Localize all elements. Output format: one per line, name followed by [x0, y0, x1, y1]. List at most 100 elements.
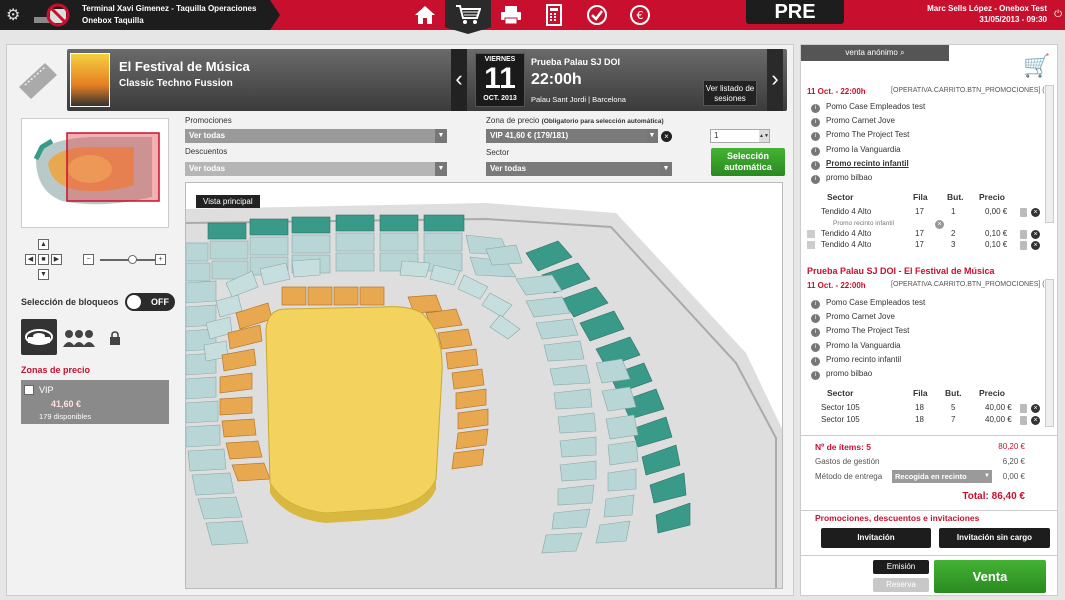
promo-item[interactable]: i promo bilbao	[811, 172, 872, 184]
pan-down-button[interactable]: ▼	[38, 269, 49, 280]
auto-select-button[interactable]: Selección automática	[711, 148, 785, 176]
power-icon[interactable]: ⏻	[1054, 9, 1062, 20]
gear-icon[interactable]: ⚙	[6, 5, 20, 25]
seat-map-view-tab[interactable]	[21, 319, 57, 355]
next-session-button[interactable]: ›	[767, 49, 783, 111]
home-icon[interactable]	[413, 4, 437, 26]
promotions-select[interactable]: Ver todas ▼	[185, 129, 447, 143]
terminal-name: Terminal Xavi Gimenez - Taquilla Operaci…	[82, 4, 257, 13]
venue-minimap[interactable]	[21, 118, 169, 228]
free-invitation-button[interactable]: Invitación sin cargo	[939, 528, 1050, 548]
price-zone-vip[interactable]: VIP 41,60 € 179 disponibles	[21, 380, 169, 424]
session2-promo-header[interactable]: [OPERATIVA.CARRITO.BTN_PROMOCIONES] (6)	[891, 281, 1051, 288]
stepper-arrows-icon[interactable]: ▲▼	[759, 130, 769, 142]
promo-item[interactable]: i Pomo Case Empleados test	[811, 297, 925, 309]
event-poster-image[interactable]	[70, 53, 110, 107]
printer-icon[interactable]	[499, 4, 523, 26]
pan-right-button[interactable]: ▶	[51, 254, 62, 265]
remove-item-icon[interactable]: ×	[1031, 241, 1040, 250]
row-checkbox[interactable]	[807, 229, 815, 238]
invitation-button[interactable]: Invitación	[821, 528, 931, 548]
clear-zone-icon[interactable]: ×	[661, 131, 672, 142]
row-sector: Tendido 4 Alto	[821, 240, 872, 249]
table-row[interactable]: Tendido 4 Alto 17 3 0,10 € ×	[807, 239, 1043, 251]
cart-header[interactable]: venta anónimo ⌕	[801, 45, 949, 61]
calculator-icon[interactable]	[542, 4, 566, 26]
euro-icon[interactable]: €	[628, 4, 652, 26]
reserve-button[interactable]: Reserva	[873, 578, 929, 592]
price-zone-select[interactable]: VIP 41,60 € (179/181) ▼	[486, 129, 658, 143]
lock-icon[interactable]	[1020, 229, 1027, 239]
promo-item[interactable]: i Promo recinto infantil	[811, 354, 901, 366]
table-row[interactable]: Sector 105 18 7 40,00 € ×	[807, 414, 1043, 426]
pan-left-button[interactable]: ◀	[25, 254, 36, 265]
lock-icon[interactable]	[1020, 415, 1027, 425]
user-name: Marc Sells López - Onebox Test	[927, 4, 1047, 13]
sell-button[interactable]: Venta	[934, 560, 1046, 593]
event-title: El Festival de Música	[119, 59, 250, 74]
row-fila: 17	[915, 207, 924, 216]
promo-item[interactable]: i Pomo Case Empleados test	[811, 101, 925, 113]
promo-item[interactable]: i Promo Carnet Jove	[811, 115, 895, 128]
discounts-select[interactable]: Ver todas ▼	[185, 162, 447, 176]
block-selection-toggle[interactable]: OFF	[125, 293, 175, 311]
people-icon[interactable]	[61, 329, 95, 347]
zoom-out-button[interactable]: −	[83, 254, 94, 265]
table-row[interactable]: Tendido 4 Alto 17 2 0,10 € ×	[807, 228, 1043, 240]
delivery-select[interactable]: Recogida en recinto ▼	[892, 470, 992, 483]
session-list-button[interactable]: Ver listado de sesiones	[703, 80, 757, 106]
cart-scrollbar-2[interactable]	[1045, 279, 1054, 427]
view-label[interactable]: Vista principal	[196, 195, 260, 208]
lock-icon[interactable]	[1020, 404, 1027, 413]
lock-icon[interactable]	[1020, 241, 1027, 250]
remove-item-icon[interactable]: ×	[1031, 229, 1040, 239]
remove-item-icon[interactable]: ×	[1031, 404, 1040, 413]
items-count: Nº de ítems: 5	[815, 442, 872, 452]
session-date: VIERNES 11 OCT. 2013	[475, 53, 525, 107]
promo-item[interactable]: i Promo Carnet Jove	[811, 311, 895, 324]
price-zone-label: Zona de precio (Obligatorio para selecci…	[486, 116, 664, 125]
seating-map-canvas[interactable]	[186, 183, 783, 589]
session-venue: Palau Sant Jordi | Barcelona	[531, 95, 626, 104]
lock-icon[interactable]	[109, 331, 121, 345]
zone-checkbox[interactable]	[24, 385, 34, 395]
remove-item-icon[interactable]: ×	[1031, 208, 1040, 217]
pan-up-button[interactable]: ▲	[38, 239, 49, 250]
cart-scrollbar[interactable]	[1045, 85, 1054, 223]
current-datetime: 31/05/2013 - 09:30	[979, 15, 1047, 24]
promo-item[interactable]: i Promo la Vanguardia	[811, 144, 901, 156]
row-precio: 0,10 €	[985, 240, 1008, 249]
promo-label: Promo The Project Test	[826, 130, 910, 140]
session1-promo-header[interactable]: [OPERATIVA.CARRITO.BTN_PROMOCIONES] (6)	[891, 87, 1051, 94]
chevron-down-icon: ▼	[435, 162, 447, 176]
no-printer-icon[interactable]	[34, 3, 74, 27]
promo-item[interactable]: i Promo recinto infantil	[811, 158, 909, 170]
quantity-stepper[interactable]: 1 ▲▼	[710, 129, 770, 143]
toggle-knob	[127, 295, 141, 309]
check-circle-icon[interactable]	[585, 4, 609, 26]
remove-item-icon[interactable]: ×	[1031, 415, 1040, 425]
promo-item[interactable]: i Promo The Project Test	[811, 129, 910, 142]
row-but: 1	[951, 207, 956, 216]
emission-button[interactable]: Emisión	[873, 560, 929, 574]
info-icon: i	[811, 175, 820, 184]
prev-session-button[interactable]: ‹	[451, 49, 467, 111]
table-row[interactable]: Tendido 4 Alto 17 1 0,00 € ×	[807, 206, 1043, 218]
row-checkbox[interactable]	[807, 241, 815, 249]
zoom-in-button[interactable]: +	[155, 254, 166, 265]
lock-icon[interactable]	[1020, 208, 1027, 217]
zone-availability: 179 disponibles	[39, 412, 92, 421]
promo-item[interactable]: i Promo The Project Test	[811, 325, 909, 338]
sector-select[interactable]: Ver todas ▼	[486, 162, 672, 176]
zoom-slider-handle[interactable]	[128, 255, 137, 264]
pan-center-button[interactable]: ■	[38, 254, 49, 265]
chevron-down-icon: ▼	[984, 473, 990, 479]
promo-item[interactable]: i Promo la Vanguardia	[811, 340, 901, 352]
seating-map[interactable]: Vista principal	[185, 182, 783, 589]
nav-cart-tab[interactable]	[445, 0, 491, 34]
cart-panel: venta anónimo ⌕ 🛒 11 Oct. - 22:00h [OPER…	[800, 44, 1058, 596]
table-row[interactable]: Sector 105 18 5 40,00 € ×	[807, 402, 1043, 414]
session-name: Prueba Palau SJ DOI	[531, 57, 621, 67]
info-icon: i	[811, 118, 820, 128]
promo-item[interactable]: i promo bilbao	[811, 368, 872, 380]
